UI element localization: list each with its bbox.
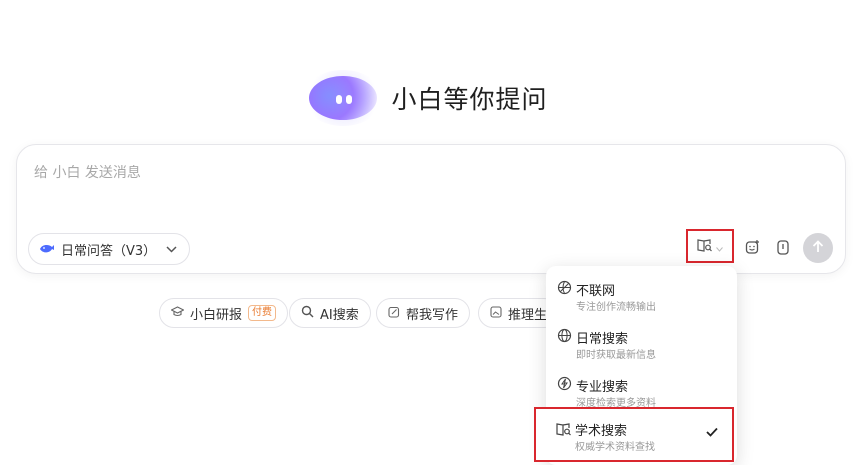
option-desc: 权威学术资料查找	[575, 442, 655, 453]
avatar-eye-left	[336, 95, 343, 104]
chip-label: 推理生	[508, 307, 548, 323]
attach-button[interactable]	[772, 239, 794, 259]
message-input[interactable]	[34, 165, 734, 181]
chip-writing[interactable]: 帮我写作	[376, 298, 471, 328]
mode-select[interactable]: 日常问答（V3）	[28, 233, 191, 265]
composer: 日常问答（V3）	[16, 144, 846, 274]
option-title: 不联网	[576, 284, 616, 299]
book-search-icon	[697, 237, 713, 256]
search-option-academic[interactable]: 学术搜索 权威学术资料查找	[534, 407, 734, 462]
edit-icon	[388, 306, 400, 321]
option-desc: 专注创作流畅输出	[576, 302, 656, 313]
no-network-icon	[557, 280, 572, 295]
chevron-down-icon	[716, 237, 723, 256]
arrow-up-icon	[812, 239, 824, 257]
chip-ai-search[interactable]: AI搜索	[289, 298, 371, 328]
search-option-offline[interactable]: 不联网 专注创作流畅输出	[546, 270, 737, 318]
checkmark-icon	[706, 425, 718, 441]
send-button[interactable]	[803, 233, 833, 263]
option-title: 专业搜索	[576, 380, 629, 395]
chip-label: 小白研报	[190, 307, 243, 323]
avatar-eye-right	[346, 95, 353, 104]
book-search-icon	[556, 421, 571, 436]
paid-badge: 付费	[248, 305, 277, 321]
image-icon	[490, 305, 502, 321]
whale-icon	[39, 243, 55, 255]
option-desc: 即时获取最新信息	[576, 350, 656, 361]
search-option-daily[interactable]: 日常搜索 即时获取最新信息	[546, 318, 737, 366]
chip-research-report[interactable]: 小白研报 付费	[159, 298, 289, 328]
search-mode-button[interactable]	[686, 229, 734, 263]
paperclip-icon	[776, 239, 790, 259]
option-title: 日常搜索	[576, 332, 629, 347]
chevron-down-icon	[166, 243, 177, 256]
chip-label: AI搜索	[320, 307, 359, 323]
search-mode-menu: 不联网 专注创作流畅输出 日常搜索 即时获取最新信息 专业搜索 深度检索更多资料…	[534, 266, 737, 465]
globe-icon	[557, 328, 572, 343]
hero: 小白等你提问	[0, 70, 857, 126]
hero-title: 小白等你提问	[391, 85, 548, 114]
mode-label: 日常问答（V3）	[61, 243, 157, 259]
image-smile-icon	[745, 239, 761, 259]
bolt-icon	[557, 376, 572, 391]
image-upload-button[interactable]	[742, 239, 764, 259]
option-title: 学术搜索	[575, 424, 628, 439]
search-icon	[301, 305, 314, 321]
chip-label: 帮我写作	[406, 307, 459, 323]
graduation-cap-icon	[170, 306, 185, 320]
assistant-avatar	[303, 70, 384, 126]
